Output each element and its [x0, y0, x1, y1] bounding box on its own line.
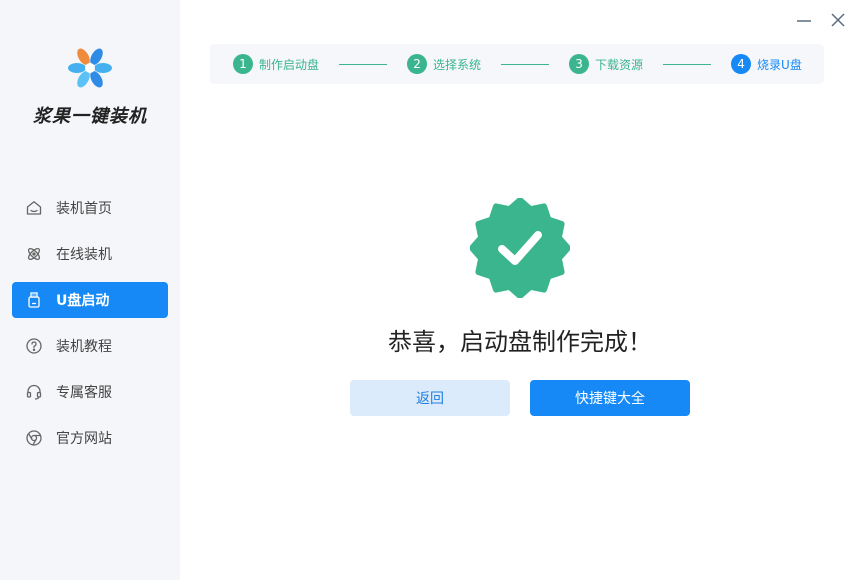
minimize-button[interactable] — [796, 12, 812, 28]
sidebar-item-website[interactable]: 官方网站 — [12, 420, 168, 456]
sidebar: 浆果一键装机 装机首页 在线装机 U盘启动 装机教程 专属客服 官方网站 — [0, 0, 180, 580]
step-number: 3 — [569, 54, 590, 74]
headset-icon — [25, 383, 43, 401]
sidebar-item-tutorial[interactable]: 装机教程 — [12, 328, 168, 364]
minimize-icon — [797, 20, 811, 22]
sidebar-item-label: 专属客服 — [56, 385, 112, 401]
sidebar-item-label: 装机教程 — [56, 339, 112, 355]
window-controls — [796, 12, 846, 28]
success-message: 恭喜，启动盘制作完成！ — [388, 328, 652, 356]
sidebar-item-label: 装机首页 — [56, 201, 112, 217]
step-download-resources: 3 下载资源 — [569, 54, 643, 74]
sidebar-item-label: U盘启动 — [56, 293, 110, 309]
help-circle-icon — [25, 337, 43, 355]
hotkeys-button[interactable]: 快捷键大全 — [530, 380, 690, 416]
close-button[interactable] — [830, 12, 846, 28]
step-number: 4 — [731, 54, 752, 74]
sidebar-nav: 装机首页 在线装机 U盘启动 装机教程 专属客服 官方网站 — [12, 190, 168, 466]
step-label: 烧录U盘 — [757, 57, 802, 72]
step-connector — [663, 63, 712, 65]
logo: 浆果一键装机 — [0, 44, 180, 128]
step-label: 制作启动盘 — [259, 57, 320, 72]
sidebar-item-online-install[interactable]: 在线装机 — [12, 236, 168, 272]
app-window: 浆果一键装机 装机首页 在线装机 U盘启动 装机教程 专属客服 官方网站 1 制… — [0, 0, 860, 580]
step-number: 1 — [233, 54, 253, 74]
home-icon — [25, 199, 43, 217]
success-check-badge-icon — [470, 198, 570, 298]
sidebar-item-label: 在线装机 — [56, 247, 112, 263]
step-number: 2 — [407, 54, 428, 74]
progress-stepper: 1 制作启动盘 2 选择系统 3 下载资源 4 烧录U盘 — [210, 44, 824, 84]
step-connector — [339, 63, 388, 65]
step-make-boot-disk: 1 制作启动盘 — [233, 54, 319, 74]
step-label: 下载资源 — [595, 57, 644, 72]
sidebar-item-usb-boot[interactable]: U盘启动 — [12, 282, 168, 318]
browser-globe-icon — [25, 429, 43, 447]
step-choose-system: 2 选择系统 — [407, 54, 481, 74]
berry-logo-icon — [68, 48, 112, 88]
close-icon — [831, 13, 845, 27]
back-button[interactable]: 返回 — [350, 380, 510, 416]
step-connector — [501, 63, 550, 65]
sidebar-item-home[interactable]: 装机首页 — [12, 190, 168, 226]
atom-icon — [25, 245, 43, 263]
sidebar-item-support[interactable]: 专属客服 — [12, 374, 168, 410]
sidebar-item-label: 官方网站 — [56, 431, 112, 447]
step-label: 选择系统 — [433, 57, 482, 72]
usb-drive-icon — [25, 291, 43, 309]
step-burn-usb: 4 烧录U盘 — [731, 54, 802, 74]
brand-name: 浆果一键装机 — [33, 106, 147, 127]
